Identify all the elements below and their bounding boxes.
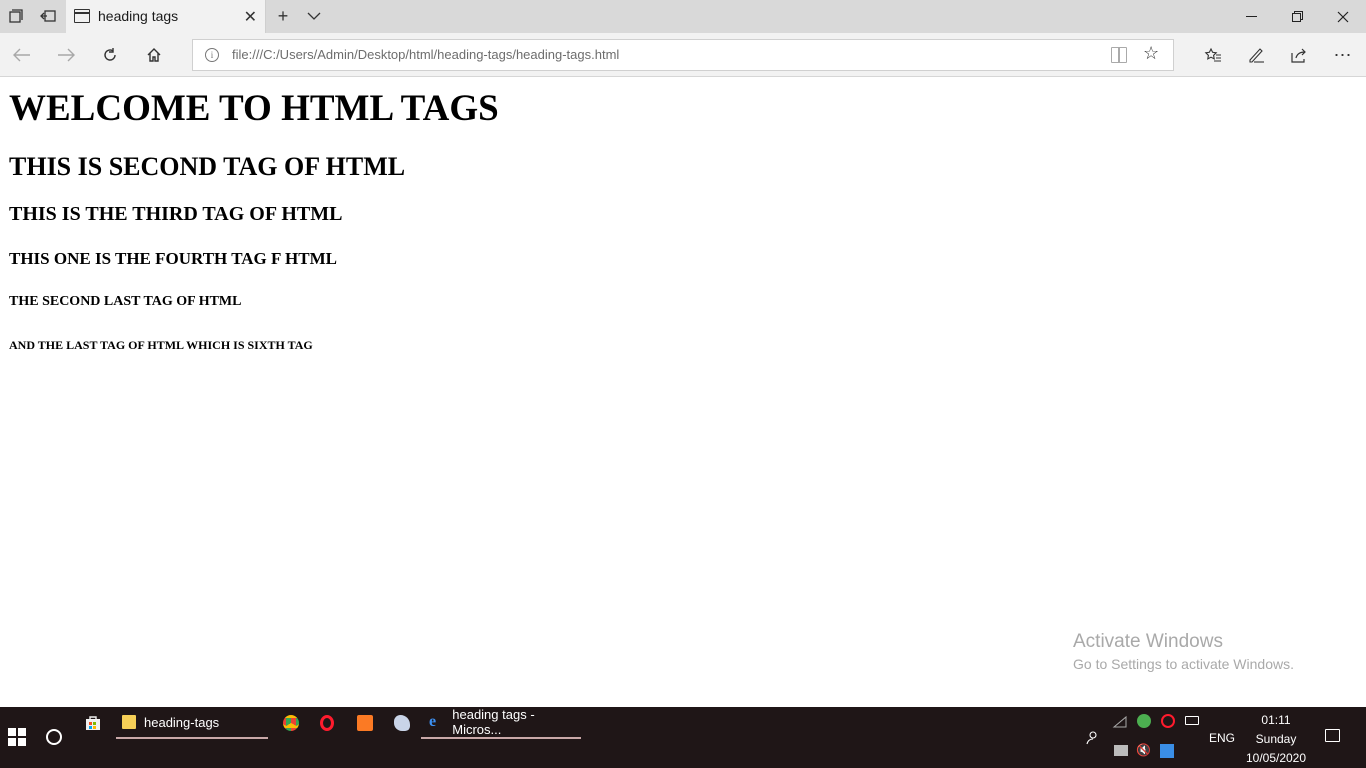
action-center-icon[interactable] bbox=[1325, 729, 1340, 742]
page-content: WELCOME TO HTML TAGS THIS IS SECOND TAG … bbox=[0, 78, 1366, 707]
tab-preview-chevron-icon[interactable] bbox=[304, 6, 324, 26]
tab-heading-tags[interactable]: heading tags ✕ bbox=[66, 0, 266, 33]
battery-icon[interactable] bbox=[1185, 716, 1199, 725]
opera-icon[interactable] bbox=[320, 715, 334, 731]
chrome-icon[interactable] bbox=[283, 715, 299, 731]
folder-label: heading-tags bbox=[144, 714, 220, 730]
tab-title: heading tags bbox=[98, 8, 179, 24]
network-icon[interactable] bbox=[1114, 745, 1128, 756]
more-menu-icon[interactable]: ⋯ bbox=[1330, 43, 1356, 67]
tab-strip: heading tags ✕ + bbox=[0, 0, 1366, 33]
address-bar[interactable]: i file:///C:/Users/Admin/Desktop/html/he… bbox=[192, 39, 1174, 71]
heading-5: THE SECOND LAST TAG OF HTML bbox=[9, 294, 242, 309]
new-tab-icon[interactable]: + bbox=[273, 6, 293, 26]
clock-date: 10/05/2020 bbox=[1245, 751, 1307, 765]
activate-title: Activate Windows bbox=[1073, 631, 1223, 652]
heading-2: THIS IS SECOND TAG OF HTML bbox=[9, 152, 406, 181]
taskbar-edge-heading-tags[interactable]: e heading tags - Micros... bbox=[421, 707, 581, 739]
heading-3: THIS IS THE THIRD TAG OF HTML bbox=[9, 203, 343, 225]
app-bird-icon[interactable] bbox=[394, 715, 410, 731]
heading-1: WELCOME TO HTML TAGS bbox=[9, 88, 499, 129]
store-icon[interactable] bbox=[85, 715, 101, 731]
heading-4: THIS ONE IS THE FOURTH TAG F HTML bbox=[9, 249, 337, 268]
navigation-bar: i file:///C:/Users/Admin/Desktop/html/he… bbox=[0, 33, 1366, 77]
share-icon[interactable] bbox=[1286, 43, 1312, 67]
back-icon[interactable] bbox=[10, 43, 34, 67]
taskbar-file-explorer-heading-tags[interactable]: heading-tags bbox=[116, 707, 268, 739]
close-tab-icon[interactable]: ✕ bbox=[244, 7, 257, 27]
home-icon[interactable] bbox=[142, 43, 166, 67]
favorites-list-icon[interactable] bbox=[1200, 43, 1226, 67]
edge-icon: e bbox=[429, 713, 437, 730]
folder-icon bbox=[122, 715, 136, 729]
forward-icon[interactable] bbox=[54, 43, 78, 67]
clock-day: Sunday bbox=[1255, 732, 1297, 746]
windows-start-icon[interactable] bbox=[8, 728, 26, 746]
active-indicator bbox=[116, 737, 268, 739]
clock[interactable]: 01:11 Sunday 10/05/2020 bbox=[1240, 711, 1312, 768]
wifi-icon[interactable] bbox=[1112, 715, 1127, 729]
tab-manager-icon[interactable] bbox=[6, 6, 26, 26]
site-info-icon[interactable]: i bbox=[205, 48, 219, 62]
address-url[interactable]: file:///C:/Users/Admin/Desktop/html/head… bbox=[232, 47, 619, 62]
restore-icon[interactable] bbox=[1274, 0, 1320, 33]
favorite-star-icon[interactable]: ☆ bbox=[1143, 43, 1159, 64]
close-window-icon[interactable] bbox=[1320, 0, 1366, 33]
display-icon[interactable] bbox=[1160, 744, 1174, 758]
page-icon bbox=[74, 9, 90, 23]
clock-time: 01:11 bbox=[1261, 713, 1291, 727]
refresh-icon[interactable] bbox=[98, 43, 122, 67]
xampp-icon[interactable] bbox=[357, 715, 373, 731]
activate-subtitle: Go to Settings to activate Windows. bbox=[1073, 656, 1294, 672]
people-icon[interactable] bbox=[1083, 731, 1097, 745]
reading-view-icon[interactable] bbox=[1111, 47, 1127, 63]
taskbar: heading-tags e heading tags - Micros... … bbox=[0, 707, 1366, 768]
opera-tray-icon[interactable] bbox=[1161, 714, 1175, 728]
active-indicator bbox=[421, 737, 581, 739]
volume-muted-icon[interactable]: 🔇 bbox=[1136, 743, 1151, 757]
edge-label: heading tags - Micros... bbox=[452, 707, 535, 737]
cortana-icon[interactable] bbox=[46, 729, 62, 745]
web-note-pen-icon[interactable] bbox=[1243, 43, 1269, 67]
heading-6: AND THE LAST TAG OF HTML WHICH IS SIXTH … bbox=[9, 338, 313, 352]
security-check-icon[interactable] bbox=[1137, 714, 1151, 728]
activate-windows-watermark: Activate Windows Go to Settings to activ… bbox=[1073, 631, 1294, 672]
set-tabs-aside-icon[interactable] bbox=[38, 6, 58, 26]
minimize-icon[interactable] bbox=[1228, 0, 1274, 33]
language-indicator[interactable]: ENG bbox=[1209, 731, 1235, 745]
